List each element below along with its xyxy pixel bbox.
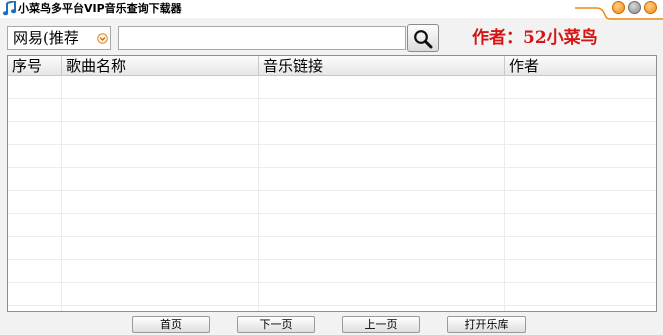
next-page-button[interactable]: 下一页 bbox=[237, 316, 315, 333]
source-select-value: 网易(推荐 bbox=[13, 29, 79, 47]
table-row bbox=[8, 214, 656, 237]
table-row bbox=[8, 191, 656, 214]
maximize-icon[interactable] bbox=[628, 1, 641, 14]
table-row bbox=[8, 283, 656, 306]
column-header-song-name[interactable]: 歌曲名称 bbox=[62, 56, 259, 76]
first-page-button[interactable]: 首页 bbox=[132, 316, 210, 333]
column-divider bbox=[504, 76, 505, 311]
music-note-icon bbox=[3, 1, 17, 16]
table-row bbox=[8, 122, 656, 145]
column-header-index[interactable]: 序号 bbox=[8, 56, 62, 76]
magnifier-icon bbox=[414, 30, 433, 49]
chevron-down-icon[interactable] bbox=[97, 33, 108, 44]
table-row bbox=[8, 260, 656, 283]
table-row bbox=[8, 76, 656, 99]
table-row bbox=[8, 145, 656, 168]
search-button[interactable] bbox=[407, 24, 439, 52]
open-library-button[interactable]: 打开乐库 bbox=[447, 316, 526, 333]
results-table[interactable]: 序号 歌曲名称 音乐链接 作者 bbox=[7, 55, 657, 312]
previous-page-button[interactable]: 上一页 bbox=[342, 316, 420, 333]
search-input[interactable] bbox=[118, 26, 406, 50]
minimize-icon[interactable] bbox=[612, 1, 625, 14]
column-divider bbox=[61, 76, 62, 311]
close-icon[interactable] bbox=[644, 1, 657, 14]
column-divider bbox=[258, 76, 259, 311]
table-header: 序号 歌曲名称 音乐链接 作者 bbox=[8, 56, 656, 76]
column-header-artist[interactable]: 作者 bbox=[505, 56, 656, 76]
author-label: 作者：52小菜鸟 bbox=[472, 28, 598, 48]
table-row bbox=[8, 99, 656, 122]
source-select[interactable]: 网易(推荐 bbox=[7, 26, 111, 50]
table-row bbox=[8, 168, 656, 191]
title-bar: 小菜鸟多平台VIP音乐查询下载器 bbox=[0, 0, 663, 20]
table-row bbox=[8, 237, 656, 260]
column-header-music-link[interactable]: 音乐链接 bbox=[259, 56, 505, 76]
window-title: 小菜鸟多平台VIP音乐查询下载器 bbox=[18, 2, 182, 15]
table-body[interactable] bbox=[8, 76, 656, 311]
app-window: 小菜鸟多平台VIP音乐查询下载器 网易(推荐 作者：52小菜鸟 序号 歌曲名称 … bbox=[0, 0, 663, 335]
